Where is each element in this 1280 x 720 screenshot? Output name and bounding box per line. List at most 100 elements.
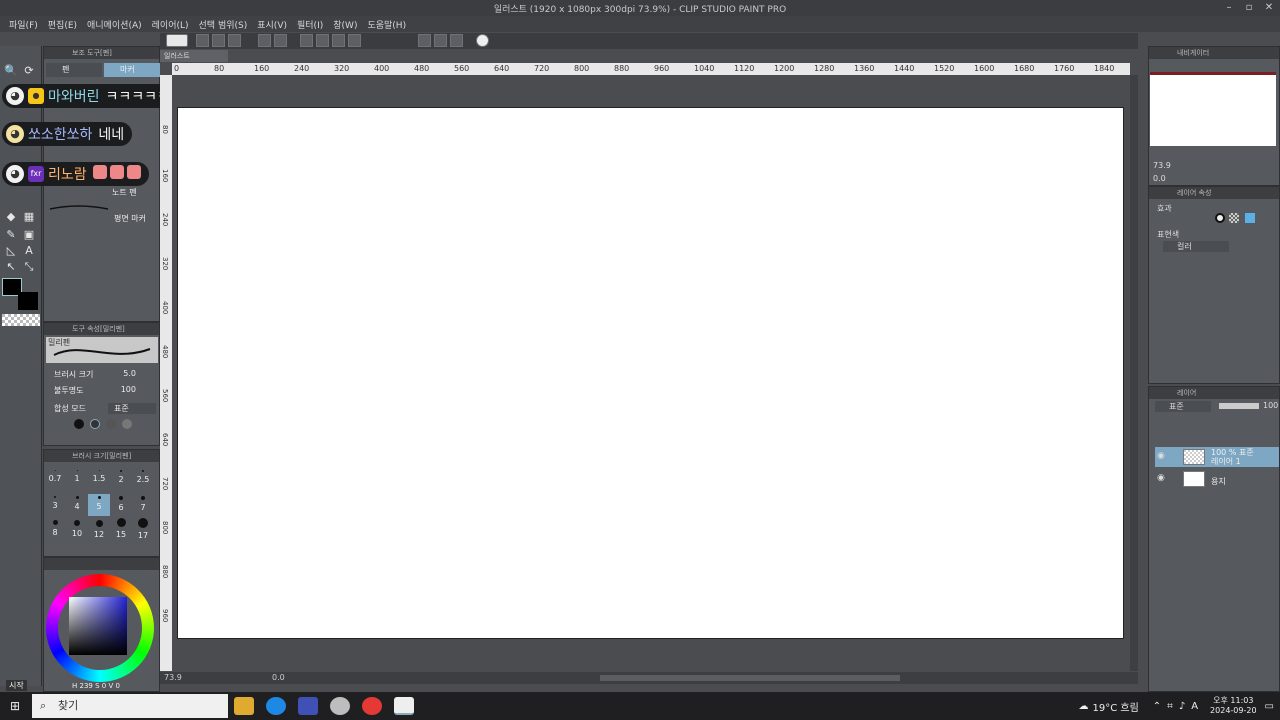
figure-tool-icon[interactable]: ◺ (4, 244, 18, 258)
size-preset[interactable]: 6 (110, 496, 132, 512)
layer-row[interactable]: ◉ 용지 (1155, 469, 1279, 489)
transform-icon[interactable] (300, 34, 313, 47)
gradient-tool-icon[interactable]: ▦ (22, 210, 36, 224)
ime-indicator[interactable]: A (1191, 701, 1198, 712)
chevron-up-icon[interactable]: ⌃ (1153, 701, 1161, 712)
maximize-icon[interactable]: ▫ (1242, 1, 1256, 14)
sub-color-swatch[interactable] (18, 292, 38, 310)
size-preset[interactable]: 0.7 (44, 470, 66, 483)
size-preset-selected[interactable]: 5 (88, 494, 110, 516)
document-tab[interactable]: 일러스트 (160, 50, 228, 62)
menu-file[interactable]: 파일(F) (4, 18, 43, 31)
layer-opacity-value[interactable]: 100 (1263, 401, 1278, 410)
notification-icon[interactable]: ▭ (1265, 701, 1274, 712)
opacity-value[interactable]: 100 (121, 385, 136, 394)
size-preset[interactable]: 2 (110, 470, 132, 484)
layer-row-selected[interactable]: ◉ 100 % 표준 레이어 1 (1155, 447, 1279, 467)
expression-color-select[interactable]: 컬러 (1163, 241, 1229, 252)
angle-value[interactable]: 0.0 (272, 673, 285, 682)
menu-animation[interactable]: 애니메이션(A) (82, 18, 147, 31)
snap-ruler-icon[interactable] (418, 34, 431, 47)
layer-blend-select[interactable]: 표준 (1155, 401, 1211, 412)
clock[interactable]: 오후 11:03 2024-09-20 (1210, 696, 1257, 716)
brush-size-row[interactable]: 브러시 크기 5.0 (54, 369, 154, 380)
eye-icon[interactable]: ◉ (1157, 473, 1165, 483)
anti-alias-strong-icon[interactable] (122, 419, 132, 429)
tab-marker[interactable]: 마커 (104, 63, 160, 77)
close-icon[interactable]: ✕ (1262, 1, 1276, 14)
tab-pen[interactable]: 펜 (46, 63, 102, 77)
navigator-zoom[interactable]: 73.9 (1153, 161, 1171, 170)
zoom-tool-icon[interactable]: 🔍 (4, 64, 18, 78)
border-effect-icon[interactable] (1215, 213, 1225, 223)
anti-alias-weak-icon[interactable] (90, 419, 100, 429)
layer-opacity-slider[interactable] (1219, 403, 1259, 409)
windows-start-icon[interactable]: ⊞ (10, 700, 22, 712)
size-preset[interactable]: 1.5 (88, 470, 110, 483)
select-all-icon[interactable] (348, 34, 361, 47)
anti-alias-medium-icon[interactable] (106, 419, 116, 429)
help-icon[interactable] (476, 34, 489, 47)
blend-mode-row[interactable]: 합성 모드 표준 (54, 403, 156, 414)
taskbar-search[interactable]: ⌕ 찾기 (32, 694, 228, 718)
size-preset[interactable]: 2.5 (132, 470, 154, 484)
app-icon[interactable] (330, 697, 350, 715)
transparent-swatch[interactable] (2, 314, 40, 326)
correct-line-tool-icon[interactable]: ⤡ (22, 260, 36, 274)
network-icon[interactable]: ⌗ (1167, 701, 1173, 712)
undo-icon[interactable] (258, 34, 271, 47)
size-preset[interactable]: 4 (66, 496, 88, 511)
vertical-scrollbar[interactable] (1130, 75, 1138, 671)
new-file-icon[interactable] (196, 34, 209, 47)
snap-special-icon[interactable] (450, 34, 463, 47)
menu-selection[interactable]: 선택 범위(S) (194, 18, 253, 31)
saturation-value-square[interactable] (69, 597, 127, 655)
brush-note-pen[interactable]: 노트 펜 (112, 187, 137, 198)
menu-edit[interactable]: 편집(E) (43, 18, 82, 31)
opacity-row[interactable]: 불투명도 100 (54, 385, 154, 396)
save-icon[interactable] (228, 34, 241, 47)
weather-text[interactable]: 19°C 흐림 (1092, 699, 1138, 714)
size-preset[interactable]: 8 (44, 520, 66, 537)
navigator-angle[interactable]: 0.0 (1153, 174, 1166, 183)
open-file-icon[interactable] (212, 34, 225, 47)
size-preset[interactable]: 10 (66, 520, 88, 538)
minimize-icon[interactable]: – (1222, 1, 1236, 14)
navigator-preview[interactable] (1150, 72, 1276, 146)
size-preset[interactable]: 17 (132, 518, 154, 540)
app-icon[interactable] (298, 697, 318, 715)
brush-flat-marker[interactable]: 평면 마커 (114, 213, 146, 224)
redo-icon[interactable] (274, 34, 287, 47)
size-preset[interactable]: 1 (66, 470, 88, 483)
size-preset[interactable]: 12 (88, 520, 110, 539)
size-preset[interactable]: 3 (44, 496, 66, 510)
color-panel-tabs[interactable] (44, 558, 159, 570)
clip-studio-icon[interactable] (166, 34, 188, 47)
frame-tool-icon[interactable]: ▣ (22, 228, 36, 242)
scale-icon[interactable] (316, 34, 329, 47)
eye-icon[interactable]: ◉ (1157, 451, 1165, 461)
rotate-tool-icon[interactable]: ⟳ (22, 64, 36, 78)
crop-icon[interactable] (332, 34, 345, 47)
size-preset[interactable]: 15 (110, 518, 132, 539)
menu-help[interactable]: 도움말(H) (362, 18, 411, 31)
menu-window[interactable]: 창(W) (328, 18, 362, 31)
fill-tool-icon[interactable]: ◆ (4, 210, 18, 224)
text-tool-icon[interactable]: A (22, 244, 36, 258)
anti-alias-none-icon[interactable] (74, 419, 84, 429)
anti-alias-row[interactable] (74, 419, 154, 431)
menu-layer[interactable]: 레이어(L) (147, 18, 194, 31)
pen-tool-icon[interactable]: ✎ (4, 228, 18, 242)
tone-effect-icon[interactable] (1229, 213, 1239, 223)
size-preset[interactable]: 7 (132, 496, 154, 512)
snap-grid-icon[interactable] (434, 34, 447, 47)
chrome-icon[interactable] (362, 697, 382, 715)
edge-browser-icon[interactable] (266, 697, 286, 715)
move-tool-icon[interactable]: ↖ (4, 260, 18, 274)
brush-size-value[interactable]: 5.0 (123, 369, 136, 378)
file-explorer-icon[interactable] (234, 697, 254, 715)
drawing-canvas[interactable] (177, 107, 1124, 639)
blend-mode-select[interactable]: 표준 (108, 403, 156, 414)
zoom-value[interactable]: 73.9 (164, 673, 182, 682)
clip-studio-taskbar-icon[interactable] (394, 697, 414, 715)
